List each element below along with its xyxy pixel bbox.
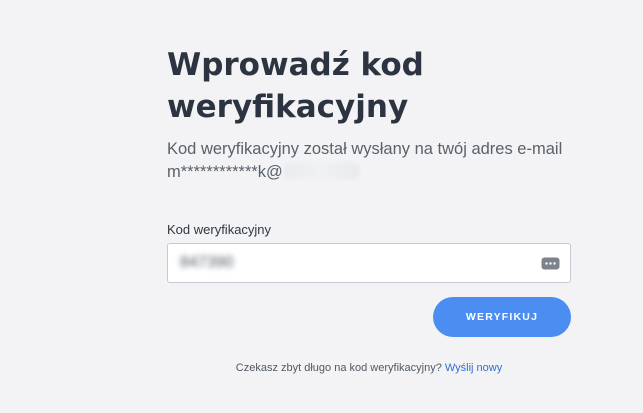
page-title-line-1: Wprowadź kod <box>167 47 424 83</box>
page-title: Wprowadź kod weryfikacyjny <box>167 44 571 128</box>
verification-code-label: Kod weryfikacyjny <box>167 222 272 237</box>
verification-code-input[interactable] <box>168 244 570 282</box>
page-title-line-2: weryfikacyjny <box>167 89 409 125</box>
resend-prompt-text: Czekasz zbyt długo na kod weryfikacyjny? <box>235 362 442 374</box>
key-icon <box>541 257 560 270</box>
resend-code-footer: Czekasz zbyt długo na kod weryfikacyjny?… <box>167 361 571 375</box>
masked-email-domain <box>283 163 360 179</box>
subtitle-text: Kod weryfikacyjny został wysłany na twój… <box>167 140 563 181</box>
resend-code-link[interactable]: Wyślij nowy <box>445 362 502 374</box>
verification-panel: Wprowadź kod weryfikacyjny Kod weryfikac… <box>167 44 571 355</box>
verification-actions: WERYFIKUJ <box>167 297 571 355</box>
verification-code-field <box>167 243 571 283</box>
verify-button[interactable]: WERYFIKUJ <box>433 297 571 337</box>
key-icon-button[interactable] <box>541 256 560 271</box>
verification-subtitle: Kod weryfikacyjny został wysłany na twój… <box>167 138 571 184</box>
